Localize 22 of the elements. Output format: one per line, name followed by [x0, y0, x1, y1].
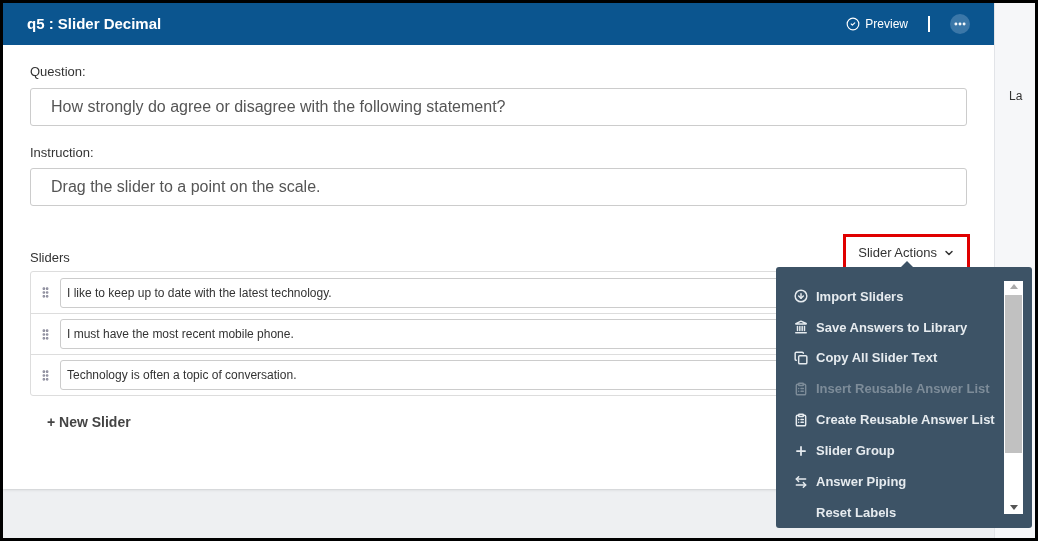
question-field[interactable]: How strongly do agree or disagree with the following statement? [30, 87, 967, 126]
clipboard-icon [794, 412, 808, 427]
menu-item[interactable]: Reset Labels [794, 497, 1004, 528]
copy-icon [794, 351, 808, 366]
bank-icon [794, 320, 808, 335]
check-icon [846, 17, 861, 31]
clipboard-icon [794, 382, 808, 397]
more-button[interactable] [950, 14, 970, 34]
download-icon [794, 289, 808, 304]
field-label: La [1009, 88, 1024, 105]
scrollbar[interactable] [1004, 281, 1023, 514]
instruction-field[interactable]: Drag the slider to a point on the scale. [30, 168, 967, 206]
sliders-label: Sliders [30, 248, 70, 267]
preview-button[interactable]: Preview [846, 15, 908, 33]
menu-item[interactable]: Create Reusable Answer List [794, 404, 1004, 436]
menu-item[interactable]: Slider Group [794, 435, 1004, 467]
question-title: q5 : Slider Decimal [27, 13, 162, 34]
menu-item[interactable]: Answer Piping [794, 466, 1004, 498]
new-slider-button[interactable]: + New Slider [47, 412, 131, 433]
plus-icon [794, 443, 808, 458]
field-label: Question: [30, 63, 87, 81]
field-label: Instruction: [30, 143, 95, 162]
